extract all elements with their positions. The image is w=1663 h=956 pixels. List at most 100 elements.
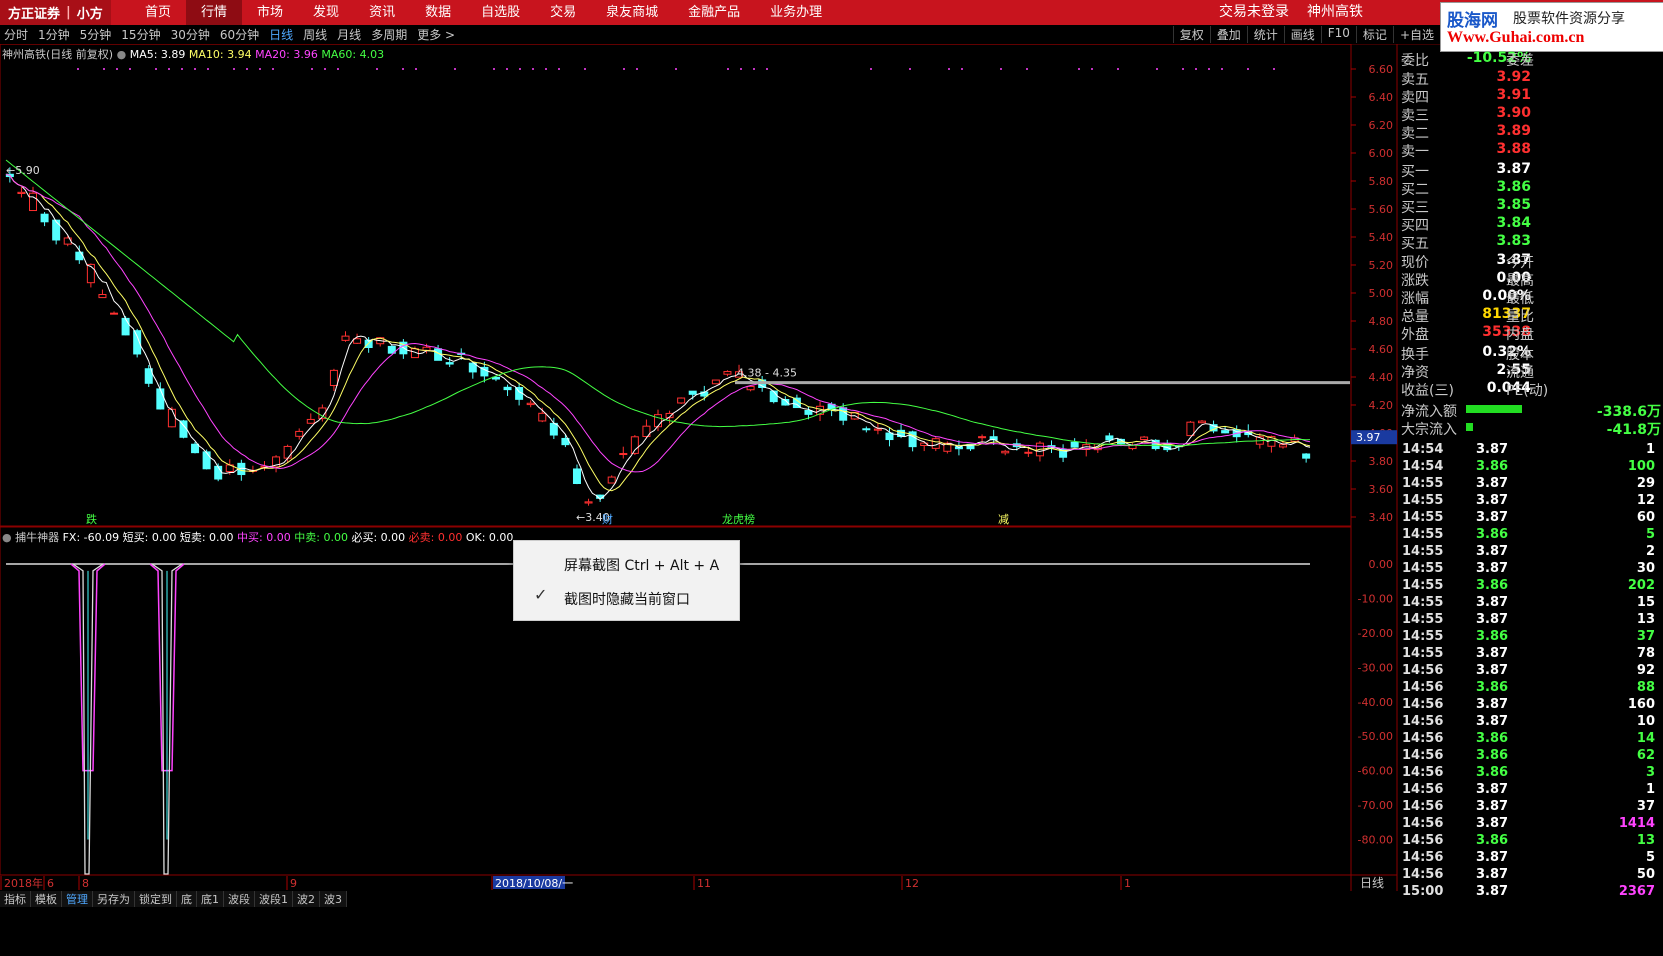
stat-row-7: 收益(三) 0.044 PE(动) bbox=[1398, 380, 1663, 399]
period-tab-9[interactable]: 多周期 bbox=[371, 26, 407, 43]
period-tab-3[interactable]: 15分钟 bbox=[121, 26, 160, 43]
bottom-tab-3[interactable]: 另存为 bbox=[93, 891, 135, 907]
candle bbox=[364, 337, 373, 353]
tick-price: 3.86 bbox=[1476, 578, 1509, 593]
hide-window-label: 截图时隐藏当前窗口 bbox=[564, 592, 690, 608]
indicator-spike-1 bbox=[70, 563, 106, 875]
period-tab-4[interactable]: 30分钟 bbox=[171, 26, 210, 43]
nav-item-6[interactable]: 自选股 bbox=[466, 0, 535, 25]
flow-bar-0 bbox=[1466, 405, 1522, 413]
tick-row: 14:55 3.87 12 bbox=[1398, 493, 1663, 510]
tick-row: 14:56 3.87 10 bbox=[1398, 714, 1663, 731]
nav-item-5[interactable]: 数据 bbox=[410, 0, 466, 25]
bottom-tab-9[interactable]: 波2 bbox=[293, 891, 320, 907]
stat-row-1-label: 涨跌 bbox=[1401, 273, 1429, 289]
tick-price: 3.86 bbox=[1476, 527, 1509, 542]
tick-volume: 60 bbox=[1636, 510, 1655, 525]
nav-item-4[interactable]: 资讯 bbox=[354, 0, 410, 25]
bottom-tab-5[interactable]: 底 bbox=[177, 891, 197, 907]
tick-row: 15:00 3.87 2367 bbox=[1398, 884, 1663, 901]
tool-button-2[interactable]: 统计 bbox=[1246, 26, 1284, 43]
tool-button-5[interactable]: 标记 bbox=[1355, 26, 1393, 43]
bottom-tab-8[interactable]: 波段1 bbox=[255, 891, 293, 907]
tick-row: 14:55 3.86 202 bbox=[1398, 578, 1663, 595]
candles bbox=[5, 167, 1311, 506]
tick-row: 14:56 3.87 1414 bbox=[1398, 816, 1663, 833]
tick-volume: 1 bbox=[1645, 442, 1655, 457]
nav-item-9[interactable]: 金融产品 bbox=[673, 0, 755, 25]
tick-volume: 29 bbox=[1636, 476, 1655, 491]
tick-price: 3.87 bbox=[1476, 714, 1509, 729]
tool-button-0[interactable]: 复权 bbox=[1172, 26, 1210, 43]
ask-row-3: 卖二 3.89 bbox=[1398, 123, 1663, 142]
nav-item-10[interactable]: 业务办理 bbox=[755, 0, 837, 25]
period-tab-7[interactable]: 周线 bbox=[303, 26, 327, 43]
nav-item-7[interactable]: 交易 bbox=[535, 0, 591, 25]
candle bbox=[572, 464, 581, 485]
screenshot-menu-item[interactable]: 屏幕截图 Ctrl + Alt + A bbox=[514, 549, 739, 579]
period-tab-6[interactable]: 日线 bbox=[269, 26, 293, 43]
chart-title: 神州高铁(日线 前复权) bbox=[2, 48, 114, 61]
tool-button-6[interactable]: +自选 bbox=[1392, 26, 1440, 43]
hide-window-menu-item[interactable]: ✓ 截图时隐藏当前窗口 bbox=[514, 583, 739, 613]
ask-row-4-value: 3.88 bbox=[1496, 141, 1531, 157]
ask-row-2-value: 3.90 bbox=[1496, 105, 1531, 121]
indicator-name[interactable]: 捕牛神器 bbox=[15, 531, 59, 544]
candle bbox=[1197, 419, 1206, 424]
stat-row-5-label2: 股本 bbox=[1506, 347, 1534, 363]
tick-time: 14:56 bbox=[1402, 867, 1444, 882]
event-marker-event4[interactable]: 减 bbox=[998, 513, 1009, 526]
daily-button[interactable]: 日线 bbox=[1360, 874, 1384, 891]
tick-price: 3.87 bbox=[1476, 884, 1509, 899]
bottom-tab-4[interactable]: 锁定到 bbox=[135, 891, 177, 907]
bottom-tab-6[interactable]: 底1 bbox=[197, 891, 224, 907]
period-tab-5[interactable]: 60分钟 bbox=[220, 26, 259, 43]
settings-icon[interactable]: ● bbox=[117, 48, 127, 61]
bid-row-0-value: 3.87 bbox=[1496, 161, 1531, 177]
stat-row-7-label2: PE(动) bbox=[1506, 383, 1549, 399]
indicator-settings-icon[interactable]: ● bbox=[2, 531, 12, 544]
period-tab-1[interactable]: 1分钟 bbox=[38, 26, 70, 43]
bottom-tab-2[interactable]: 管理 bbox=[62, 891, 93, 907]
event-marker-event3[interactable]: 龙虎榜 bbox=[722, 512, 755, 526]
bottom-tab-0[interactable]: 指标 bbox=[0, 891, 31, 907]
ma5-line bbox=[5, 173, 1311, 500]
tool-button-3[interactable]: 画线 bbox=[1283, 26, 1321, 43]
bid-row-2-label: 买三 bbox=[1401, 200, 1429, 216]
tick-volume: 160 bbox=[1627, 697, 1655, 712]
ask-row-2-label: 卖三 bbox=[1401, 108, 1429, 124]
tool-button-4[interactable]: F10 bbox=[1320, 26, 1356, 43]
period-tab-2[interactable]: 5分钟 bbox=[80, 26, 112, 43]
tick-price: 3.87 bbox=[1476, 476, 1509, 491]
tick-row: 14:56 3.86 14 bbox=[1398, 731, 1663, 748]
bottom-tab-1[interactable]: 模板 bbox=[31, 891, 62, 907]
nav-item-1[interactable]: 行情 bbox=[186, 0, 243, 25]
nav-item-8[interactable]: 泉友商城 bbox=[591, 0, 673, 25]
period-tab-0[interactable]: 分时 bbox=[4, 26, 28, 43]
mid-buy-value: 中买: 0.00 bbox=[237, 531, 291, 544]
indicator-tick-label: -70.00 bbox=[1358, 799, 1393, 812]
ask-row-2: 卖三 3.90 bbox=[1398, 105, 1663, 124]
kline-chart[interactable]: 6.60 6.40 6.20 6.00 5.80 5.60 5.40 5.20 5.00 4.80… bbox=[0, 44, 1398, 891]
bottom-tab-7[interactable]: 波段 bbox=[224, 891, 255, 907]
bid-row-3: 买四 3.84 bbox=[1398, 215, 1663, 234]
period-tab-10[interactable]: 更多 > bbox=[417, 26, 455, 43]
candle bbox=[306, 413, 315, 424]
date-tick-label: 12 bbox=[905, 877, 919, 890]
nav-item-0[interactable]: 首页 bbox=[130, 0, 186, 25]
flow-label-1: 大宗流入 bbox=[1401, 422, 1457, 438]
event-marker-event2[interactable]: 财 bbox=[602, 512, 613, 526]
login-status[interactable]: 交易未登录 bbox=[1219, 4, 1289, 20]
candle bbox=[607, 475, 616, 484]
nav-item-3[interactable]: 发现 bbox=[298, 0, 354, 25]
indicator-tick-label: -10.00 bbox=[1358, 592, 1393, 605]
price-tick-label: 5.00 bbox=[1369, 287, 1394, 300]
nav-item-2[interactable]: 市场 bbox=[242, 0, 298, 25]
tool-button-1[interactable]: 叠加 bbox=[1209, 26, 1247, 43]
tick-volume: 13 bbox=[1636, 833, 1655, 848]
candle bbox=[1140, 435, 1149, 441]
period-tab-8[interactable]: 月线 bbox=[337, 26, 361, 43]
event-marker-event1[interactable]: 跌 bbox=[86, 512, 97, 526]
bottom-tab-10[interactable]: 波3 bbox=[320, 891, 347, 907]
candle bbox=[468, 362, 477, 379]
